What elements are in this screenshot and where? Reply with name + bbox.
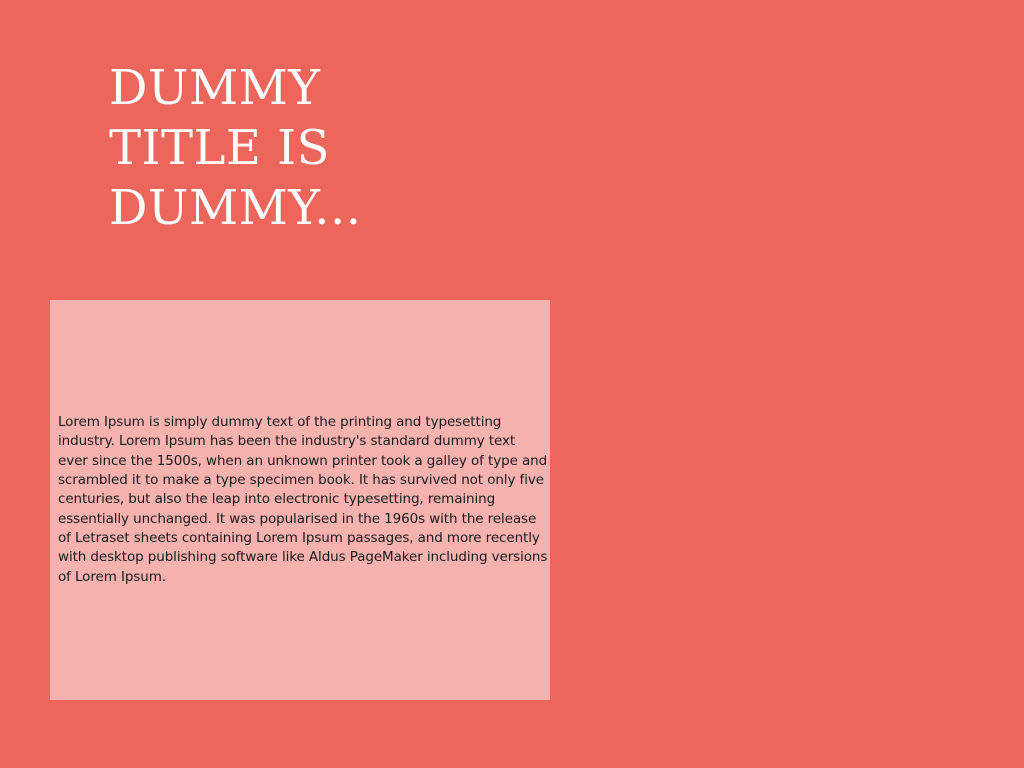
title-line-1: DUMMY: [109, 60, 321, 116]
body-paragraph: Lorem Ipsum is simply dummy text of the …: [58, 414, 548, 585]
content-box: Lorem Ipsum is simply dummy text of the …: [50, 300, 550, 700]
slide-title: DUMMY TITLE IS DUMMY...: [109, 58, 529, 238]
title-line-3: DUMMY...: [109, 180, 362, 236]
slide: DUMMY TITLE IS DUMMY... Lorem Ipsum is s…: [0, 0, 1024, 768]
title-line-2: TITLE IS: [109, 120, 331, 176]
